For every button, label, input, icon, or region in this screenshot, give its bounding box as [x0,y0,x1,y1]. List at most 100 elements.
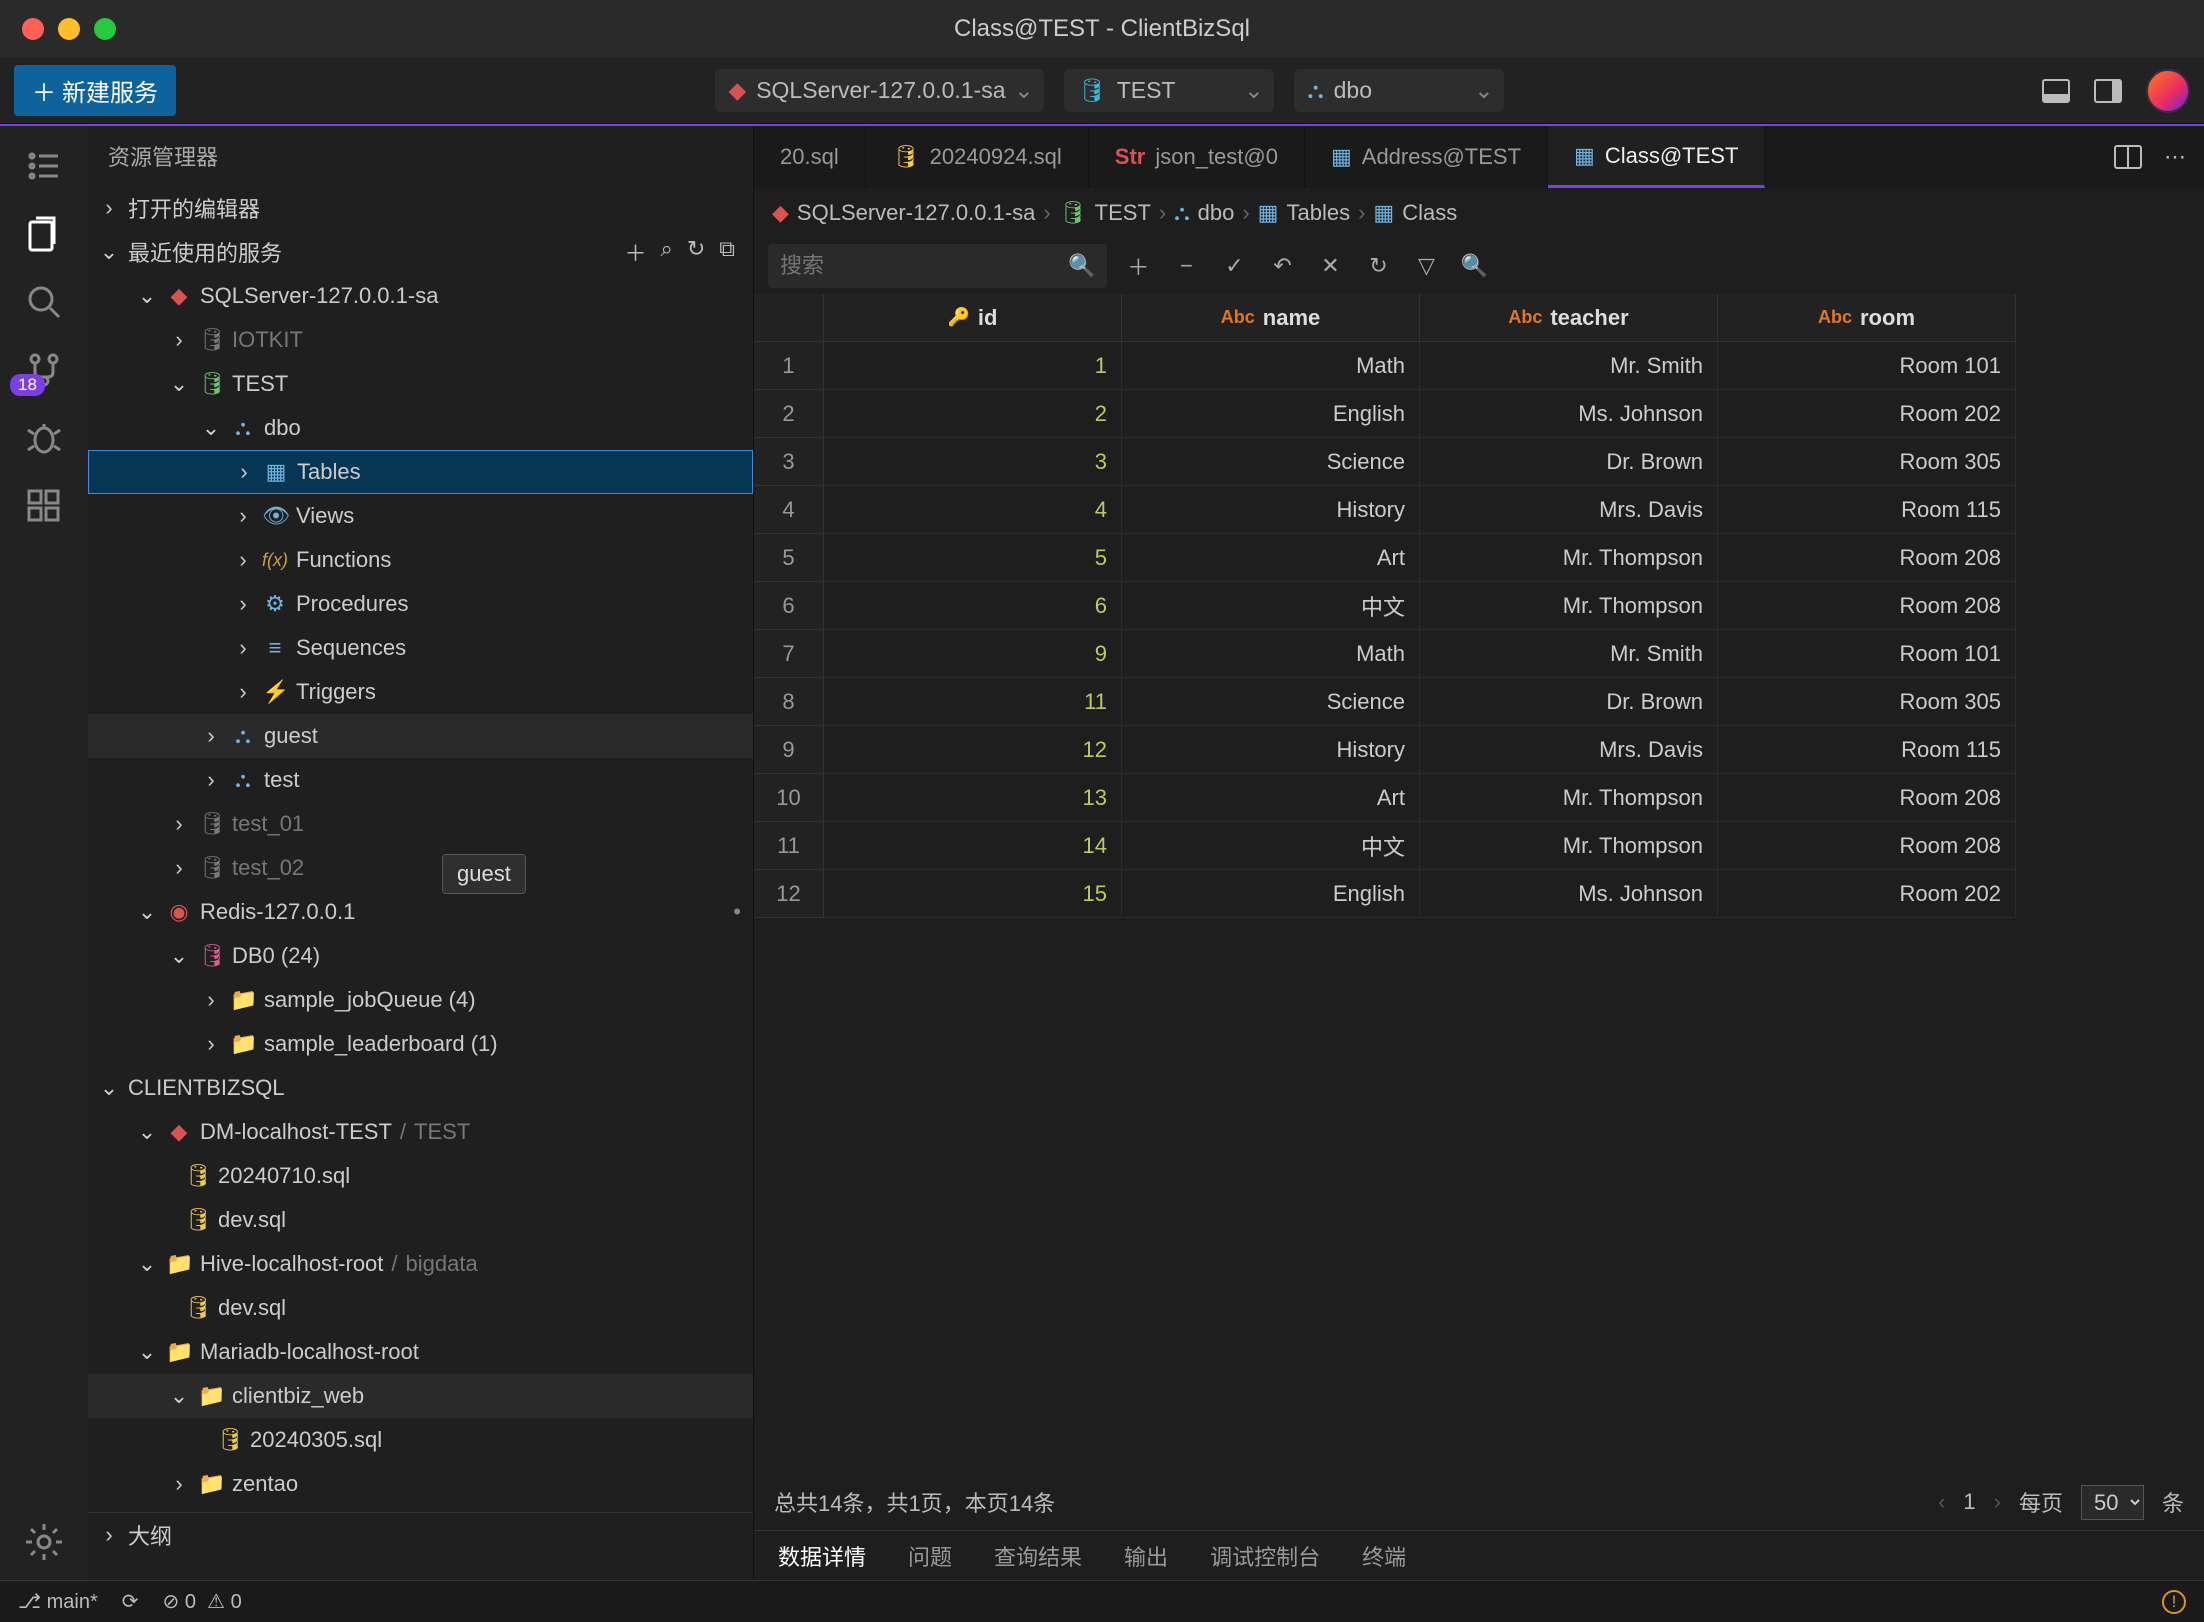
search-icon[interactable]: 🔍 [1068,253,1095,279]
revert-icon[interactable]: ↶ [1265,253,1299,279]
tree-item-test-schema[interactable]: › ⛬ test [88,758,753,802]
cell-name[interactable]: History [1122,486,1420,534]
cell-id[interactable]: 6 [824,582,1122,630]
section-project[interactable]: ⌄ CLIENTBIZSQL [88,1066,753,1110]
cell-room[interactable]: Room 115 [1718,726,2016,774]
activity-explorer[interactable] [0,214,88,254]
cell-name[interactable]: English [1122,870,1420,918]
commit-icon[interactable]: ✓ [1217,253,1251,279]
col-header-room[interactable]: Abcroom [1718,294,2016,342]
cell-name[interactable]: Science [1122,678,1420,726]
tree-item-dev2[interactable]: 🛢 dev.sql [88,1286,753,1330]
table-row[interactable]: 1114中文Mr. ThompsonRoom 208 [754,822,2204,870]
crumb-tables[interactable]: ▦Tables [1258,200,1350,226]
tree-item-db0[interactable]: ⌄ 🛢 DB0 (24) [88,934,753,978]
cell-room[interactable]: Room 101 [1718,342,2016,390]
section-recent-services[interactable]: ⌄ 最近使用的服务 ＋ ⌕ ↻ ⧉ [88,230,753,274]
cancel-icon[interactable]: ✕ [1313,253,1347,279]
panel-tab-results[interactable]: 查询结果 [994,1540,1082,1572]
cell-teacher[interactable]: Mrs. Davis [1420,486,1718,534]
cell-name[interactable]: 中文 [1122,582,1420,630]
col-header-id[interactable]: 🔑id [824,294,1122,342]
cell-teacher[interactable]: Dr. Brown [1420,438,1718,486]
cell-id[interactable]: 15 [824,870,1122,918]
activity-list[interactable] [0,146,88,186]
cell-teacher[interactable]: Mr. Smith [1420,342,1718,390]
tree-item-tables[interactable]: › ▦ Tables [88,450,753,494]
crumb-connection[interactable]: ◆SQLServer-127.0.0.1-sa [772,200,1035,226]
cell-room[interactable]: Room 305 [1718,678,2016,726]
table-row[interactable]: 1215EnglishMs. JohnsonRoom 202 [754,870,2204,918]
table-row[interactable]: 66中文Mr. ThompsonRoom 208 [754,582,2204,630]
tree-item-mariadb[interactable]: ⌄ 📁 Mariadb-localhost-root [88,1330,753,1374]
tree-item-20240710[interactable]: 🛢 20240710.sql [88,1154,753,1198]
connection-selector[interactable]: ◆ SQLServer-127.0.0.1-sa ⌄ [715,69,1044,112]
panel-tab-output[interactable]: 输出 [1124,1540,1168,1572]
tree-item-functions[interactable]: › f(x) Functions [88,538,753,582]
refresh-icon[interactable]: ↻ [687,236,705,268]
tree-item-procedures[interactable]: › ⚙ Procedures [88,582,753,626]
col-header-name[interactable]: Abcname [1122,294,1420,342]
panel-tab-terminal[interactable]: 终端 [1362,1540,1406,1572]
tree-item-guest[interactable]: › ⛬ guest [88,714,753,758]
cell-teacher[interactable]: Mr. Thompson [1420,822,1718,870]
cell-id[interactable]: 13 [824,774,1122,822]
cell-name[interactable]: Math [1122,630,1420,678]
tab-20240924[interactable]: 🛢 20240924.sql [866,126,1089,188]
tree-item-test02[interactable]: › 🛢 test_02 [88,846,753,890]
status-notification-icon[interactable]: ! [2162,1590,2186,1614]
cell-teacher[interactable]: Ms. Johnson [1420,870,1718,918]
cell-name[interactable]: English [1122,390,1420,438]
tree-item-iotkit[interactable]: › 🛢 IOTKIT [88,318,753,362]
add-row-icon[interactable]: ＋ [1121,250,1155,282]
search-input[interactable] [780,253,1068,279]
cell-room[interactable]: Room 208 [1718,822,2016,870]
tree-item-test-db[interactable]: ⌄ 🛢 TEST [88,362,753,406]
status-branch[interactable]: ⎇ main* [18,1589,98,1614]
tree-item-hive[interactable]: ⌄ 📁 Hive-localhost-root / bigdata [88,1242,753,1286]
cell-teacher[interactable]: Mr. Thompson [1420,582,1718,630]
tree-item-redis[interactable]: ⌄ ◉ Redis-127.0.0.1 • [88,890,753,934]
schema-selector[interactable]: ⛬ dbo ⌄ [1294,69,1504,112]
tree-item-dm[interactable]: ⌄ ◆ DM-localhost-TEST / TEST [88,1110,753,1154]
collapse-icon[interactable]: ⧉ [719,236,735,268]
filter-icon[interactable]: ⌕ [661,236,673,268]
tree-item-jobqueue[interactable]: › 📁 sample_jobQueue (4) [88,978,753,1022]
activity-scm[interactable]: 18 [0,350,88,390]
status-problems[interactable]: ⊘ 0 ⚠ 0 [163,1589,242,1614]
tree-item-sqlserver[interactable]: ⌄ ◆ SQLServer-127.0.0.1-sa [88,274,753,318]
tab-class[interactable]: ▦ Class@TEST [1548,126,1765,188]
cell-room[interactable]: Room 305 [1718,438,2016,486]
cell-room[interactable]: Room 208 [1718,774,2016,822]
new-service-button[interactable]: ＋ 新建服务 [14,65,176,116]
cell-id[interactable]: 12 [824,726,1122,774]
table-row[interactable]: 22EnglishMs. JohnsonRoom 202 [754,390,2204,438]
col-header-teacher[interactable]: Abcteacher [1420,294,1718,342]
minimize-window-button[interactable] [58,18,80,40]
tree-item-test01[interactable]: › 🛢 test_01 [88,802,753,846]
cell-id[interactable]: 9 [824,630,1122,678]
split-editor-icon[interactable] [2114,145,2142,169]
tree-item-zentao[interactable]: › 📁 zentao [88,1462,753,1506]
maximize-window-button[interactable] [94,18,116,40]
search-box[interactable]: 🔍 [768,244,1107,288]
activity-settings[interactable] [0,1522,88,1562]
cell-id[interactable]: 2 [824,390,1122,438]
next-page-icon[interactable]: › [1994,1489,2001,1515]
cell-name[interactable]: History [1122,726,1420,774]
tree-item-clientbizweb[interactable]: ⌄ 📁 clientbiz_web [88,1374,753,1418]
table-row[interactable]: 44HistoryMrs. DavisRoom 115 [754,486,2204,534]
cell-name[interactable]: 中文 [1122,822,1420,870]
delete-row-icon[interactable]: − [1169,253,1203,279]
section-opened-editors[interactable]: › 打开的编辑器 [88,186,753,230]
find-icon[interactable]: 🔍 [1457,253,1491,279]
table-row[interactable]: 11MathMr. SmithRoom 101 [754,342,2204,390]
cell-room[interactable]: Room 208 [1718,534,2016,582]
cell-id[interactable]: 11 [824,678,1122,726]
activity-extensions[interactable] [0,486,88,526]
layout-panel-icon[interactable] [2042,79,2070,103]
cell-room[interactable]: Room 115 [1718,486,2016,534]
status-sync[interactable]: ⟳ [122,1589,139,1614]
prev-page-icon[interactable]: ‹ [1938,1489,1945,1515]
tree-item-leaderboard[interactable]: › 📁 sample_leaderboard (1) [88,1022,753,1066]
